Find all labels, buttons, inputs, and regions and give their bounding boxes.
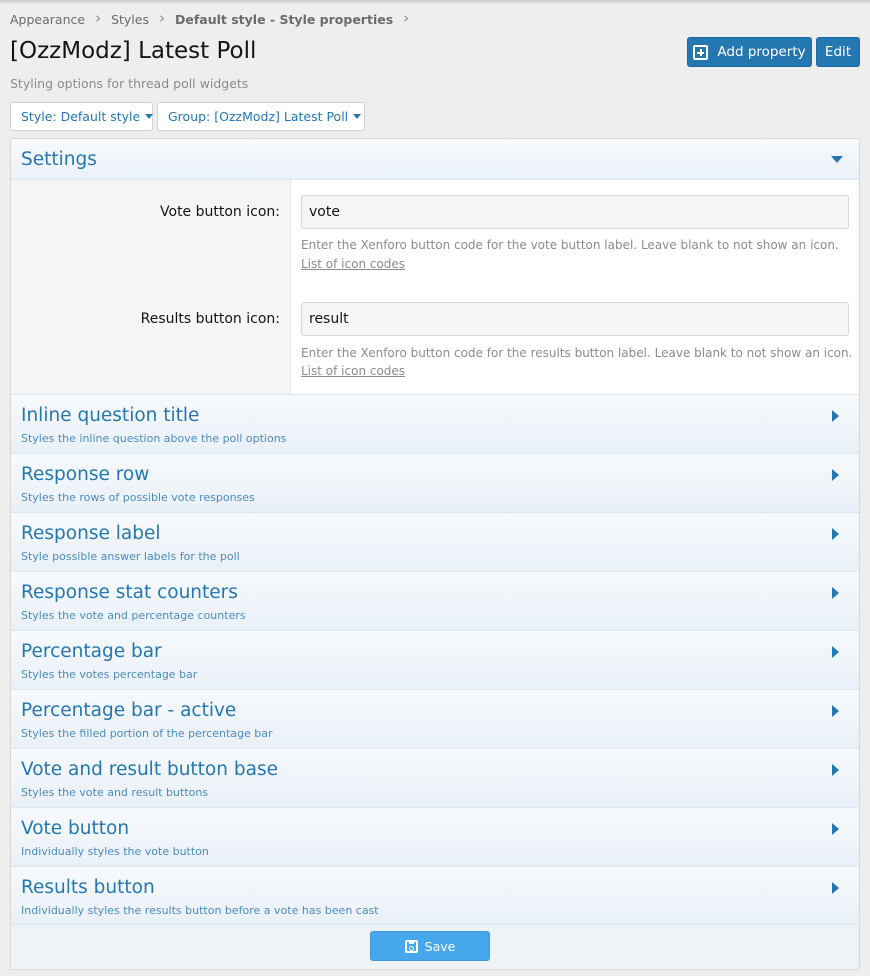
caret-down-icon (831, 156, 843, 163)
add-property-button[interactable]: Add property (687, 37, 812, 67)
add-property-label: Add property (717, 44, 806, 60)
style-filter-label: Style: Default style (21, 109, 141, 124)
page-description: Styling options for thread poll widgets (10, 76, 249, 91)
caret-down-icon (145, 114, 154, 119)
section-description: Styles the inline question above the pol… (21, 432, 287, 445)
vote-icon-codes-link[interactable]: List of icon codes (301, 257, 405, 271)
edit-label: Edit (824, 44, 852, 60)
caret-right-icon (832, 410, 839, 422)
caret-right-icon (832, 882, 839, 894)
section-vote-result-button-base[interactable]: Vote and result button base Styles the v… (11, 749, 859, 808)
section-title: Response stat counters (21, 582, 238, 603)
page-title: [OzzModz] Latest Poll (10, 38, 257, 64)
caret-right-icon (832, 705, 839, 717)
caret-down-icon (353, 114, 362, 119)
section-title: Percentage bar (21, 641, 162, 662)
results-icon-codes-link[interactable]: List of icon codes (301, 364, 405, 378)
caret-right-icon (832, 764, 839, 776)
chevron-right-icon: › (95, 9, 102, 27)
section-title: Vote and result button base (21, 759, 278, 780)
section-response-label[interactable]: Response label Style possible answer lab… (11, 513, 859, 572)
section-description: Individually styles the results button b… (21, 904, 379, 917)
section-response-row[interactable]: Response row Styles the rows of possible… (11, 454, 859, 513)
group-filter-dropdown[interactable]: Group: [OzzModz] Latest Poll (157, 102, 365, 131)
save-label: Save (424, 938, 456, 954)
breadcrumb-style-properties[interactable]: Default style - Style properties (175, 12, 393, 27)
section-description: Styles the vote and percentage counters (21, 609, 246, 622)
section-title: Response label (21, 523, 161, 544)
section-inline-question-title[interactable]: Inline question title Styles the inline … (11, 395, 859, 454)
section-title: Results button (21, 877, 155, 898)
section-percentage-bar[interactable]: Percentage bar Styles the votes percenta… (11, 631, 859, 690)
caret-right-icon (832, 646, 839, 658)
edit-button[interactable]: Edit (816, 37, 860, 67)
save-button[interactable]: Save (370, 931, 490, 961)
vote-icon-input[interactable] (301, 195, 849, 229)
style-properties-panel: Settings Vote button icon: Results butto… (10, 138, 860, 970)
form-footer: Save (11, 924, 859, 969)
results-icon-hint: Enter the Xenforo button code for the re… (301, 346, 853, 360)
vote-icon-hint: Enter the Xenforo button code for the vo… (301, 238, 839, 252)
vote-icon-label: Vote button icon: (160, 204, 280, 220)
results-icon-input[interactable] (301, 302, 849, 336)
section-title: Vote button (21, 818, 130, 839)
group-filter-label: Group: [OzzModz] Latest Poll (168, 109, 349, 124)
section-response-stat-counters[interactable]: Response stat counters Styles the vote a… (11, 572, 859, 631)
section-description: Individually styles the vote button (21, 845, 209, 858)
settings-title: Settings (21, 148, 97, 170)
chevron-right-icon: › (158, 9, 165, 27)
style-filter-dropdown[interactable]: Style: Default style (10, 102, 154, 131)
section-title: Percentage bar - active (21, 700, 237, 721)
breadcrumb-appearance[interactable]: Appearance (10, 12, 85, 27)
section-description: Style possible answer labels for the pol… (21, 550, 240, 563)
section-description: Styles the rows of possible vote respons… (21, 491, 255, 504)
section-title: Response row (21, 464, 150, 485)
section-title: Inline question title (21, 405, 200, 426)
breadcrumb-styles[interactable]: Styles (111, 12, 149, 27)
floppy-disk-icon (404, 939, 418, 953)
top-shadow (0, 0, 870, 4)
section-description: Styles the votes percentage bar (21, 668, 198, 681)
caret-right-icon (832, 469, 839, 481)
section-description: Styles the vote and result buttons (21, 786, 209, 799)
section-vote-button[interactable]: Vote button Individually styles the vote… (11, 808, 859, 867)
section-description: Styles the filled portion of the percent… (21, 727, 273, 740)
plus-square-icon (693, 44, 709, 60)
section-percentage-bar-active[interactable]: Percentage bar - active Styles the fille… (11, 690, 859, 749)
caret-right-icon (832, 528, 839, 540)
settings-label-column: Vote button icon: Results button icon: (11, 180, 291, 394)
caret-right-icon (832, 823, 839, 835)
chevron-right-icon: › (403, 9, 410, 27)
section-results-button[interactable]: Results button Individually styles the r… (11, 867, 859, 926)
caret-right-icon (832, 587, 839, 599)
breadcrumb: Appearance › Styles › Default style - St… (10, 9, 419, 28)
settings-header[interactable]: Settings (11, 139, 859, 180)
results-icon-label: Results button icon: (140, 311, 280, 327)
settings-body: Vote button icon: Results button icon: E… (11, 180, 859, 395)
